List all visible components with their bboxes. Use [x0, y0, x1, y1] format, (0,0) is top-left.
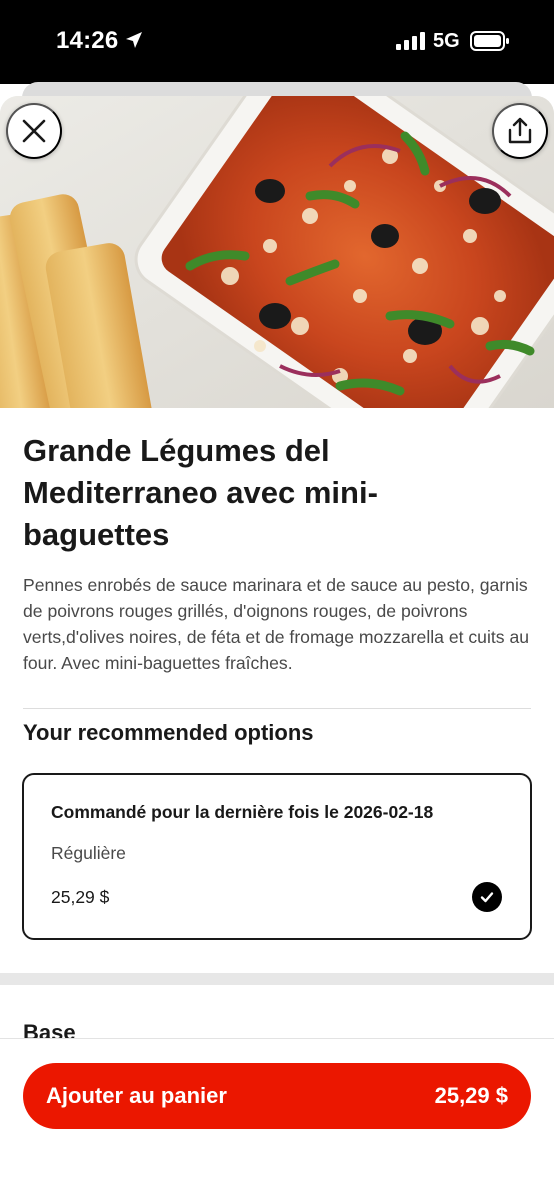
share-icon [508, 117, 532, 144]
network-label: 5G [433, 30, 460, 52]
location-arrow-icon [126, 32, 142, 48]
add-to-cart-label: Ajouter au panier [46, 1083, 227, 1108]
screen: 14:26 5G Grande Légumes del Mediterraneo… [0, 0, 554, 1200]
recommended-option-card[interactable]: Commandé pour la dernière fois le 2026-0… [22, 773, 532, 940]
recommended-options-heading: Your recommended options [23, 720, 314, 745]
item-photo [0, 96, 554, 408]
option-size: Régulière [51, 843, 126, 863]
section-separator [0, 973, 554, 985]
signal-bars-icon [396, 32, 425, 50]
option-price: 25,29 $ [51, 887, 110, 907]
item-title: Grande Légumes del Mediterraneo avec min… [23, 433, 378, 552]
checkmark-icon [472, 882, 502, 912]
add-to-cart-button[interactable]: Ajouter au panier 25,29 $ [23, 1063, 531, 1129]
status-time: 14:26 [56, 27, 119, 54]
option-last-ordered: Commandé pour la dernière fois le 2026-0… [51, 802, 434, 822]
battery-icon [470, 31, 509, 51]
add-to-cart-price: 25,29 $ [434, 1083, 508, 1108]
share-button[interactable] [492, 103, 548, 159]
item-description: Pennes enrobés de sauce marinara et de s… [23, 575, 530, 673]
close-button[interactable] [6, 103, 62, 159]
divider [23, 708, 531, 709]
status-bar: 14:26 5G [0, 0, 554, 84]
close-icon [22, 119, 46, 143]
